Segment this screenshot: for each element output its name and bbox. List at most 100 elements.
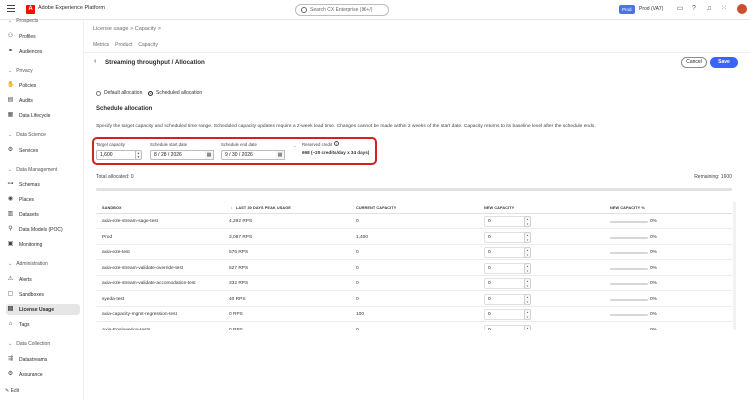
peak-usage: 0 RPS xyxy=(229,327,243,331)
search-input[interactable]: Search CX Enterprise (⌘+/) xyxy=(295,4,389,16)
peak-usage: 0 RPS xyxy=(229,312,243,317)
table-row: axia-e2e-test 576 RPS 0 0 ▴ ▾ 0% xyxy=(96,245,732,260)
tab-capacity[interactable]: Capacity xyxy=(138,42,157,48)
sort-arrow-icon[interactable]: ↓ xyxy=(231,206,233,210)
chevron-down-icon: ⌄ xyxy=(8,18,13,24)
new-capacity-stepper[interactable]: ▴▾ xyxy=(524,247,531,258)
end-date-input[interactable]: 9 / 30 / 2026 xyxy=(221,150,277,160)
datastreams-icon: ⇶ xyxy=(7,356,14,362)
info-icon[interactable]: i xyxy=(334,141,339,146)
new-capacity-stepper[interactable]: ▴▾ xyxy=(524,278,531,289)
sidebar-item-services[interactable]: ⚙ Services xyxy=(6,145,80,156)
sidebar-item-datasets[interactable]: ▥ Datasets xyxy=(6,209,80,220)
sidebar-item-label: Data Lifecycle xyxy=(19,112,51,119)
current-capacity: 1,400 xyxy=(356,234,369,240)
lifecycle-icon: ▦ xyxy=(7,112,14,118)
help-icon[interactable]: ? xyxy=(690,5,698,13)
sidebar-section-prospects[interactable]: ⌄ Prospects xyxy=(8,18,38,24)
sidebar-section-data-management[interactable]: ⌄ Data Management xyxy=(8,167,57,173)
radio-default-allocation[interactable]: Default allocation xyxy=(96,90,142,96)
back-chevron-icon[interactable]: ‹ xyxy=(94,58,96,65)
new-capacity-percent: 0% xyxy=(650,327,657,331)
edit-sidebar-button[interactable]: ✎ Edit xyxy=(5,388,19,394)
sandbox-name: axia-e2e-stream-sage-test xyxy=(102,219,158,224)
sandbox-name: syeda-test xyxy=(102,296,125,302)
sidebar-item-label: License Usage xyxy=(19,306,55,313)
sidebar-item-label: Alerts xyxy=(19,276,32,283)
sidebar-item-audiences[interactable]: ⚭ Audiences xyxy=(6,46,80,57)
sidebar-section-administration[interactable]: ⌄ Administration xyxy=(8,261,48,267)
sidebar-item-sandboxes[interactable]: ▢ Sandboxes xyxy=(6,289,80,300)
table-row: axia-e2e-stream-validate-override-test 52… xyxy=(96,261,732,276)
new-capacity-meter xyxy=(610,298,648,301)
sidebar-item-license-usage[interactable]: ▤ License Usage xyxy=(6,304,80,315)
start-date-input[interactable]: 8 / 28 / 2026 xyxy=(150,150,206,160)
sidebar-item-label: Audiences xyxy=(19,48,43,55)
new-capacity-meter xyxy=(610,329,648,330)
sidebar-item-label: Schemas xyxy=(19,181,40,188)
sidebar-item-assurance[interactable]: ⚙ Assurance xyxy=(6,369,80,380)
tab-metrics[interactable]: Metrics xyxy=(93,42,109,48)
sidebar-section-privacy[interactable]: ⌄ Privacy xyxy=(8,68,33,74)
breadcrumb-separator: > xyxy=(130,26,134,32)
sidebar-item-profiles[interactable]: ⚇ Profiles xyxy=(6,31,80,42)
sidebar-item-policies[interactable]: ✋ Policies xyxy=(6,80,80,91)
page-title: Streaming throughput / Allocation xyxy=(105,59,205,66)
sidebar-item-audits[interactable]: ▤ Audits xyxy=(6,95,80,106)
calendar-icon[interactable]: ▦ xyxy=(205,150,214,160)
env-name[interactable]: Prod (VA7) xyxy=(639,6,663,12)
new-capacity-meter xyxy=(610,283,648,285)
cancel-button[interactable]: Cancel xyxy=(681,57,707,68)
sandbox-name: Prod xyxy=(102,234,113,240)
tab-bar: Metrics Product Capacity xyxy=(93,42,158,48)
sidebar-item-monitoring[interactable]: ▣ Monitoring xyxy=(6,239,80,250)
sidebar: ⌄ Prospects ⚇ Profiles ⚭ Audiences ⌄ Privacy… xyxy=(0,18,84,400)
header-peak-usage[interactable]: LAST 30 DAYS PEAK USAGE xyxy=(236,206,291,210)
sidebar-item-datastreams[interactable]: ⇶ Datastreams xyxy=(6,354,80,365)
header-new-capacity[interactable]: NEW CAPACITY xyxy=(484,206,514,210)
breadcrumb-capacity[interactable]: Capacity xyxy=(135,26,156,32)
save-button[interactable]: Save xyxy=(710,57,738,68)
new-capacity-stepper[interactable]: ▴▾ xyxy=(524,293,531,305)
table-scrollbar[interactable] xyxy=(733,202,736,330)
breadcrumb-license-usage[interactable]: License usage xyxy=(93,26,128,32)
tab-product[interactable]: Product xyxy=(115,42,132,48)
sandbox-name: Axia-Engineering-tests xyxy=(102,327,151,331)
sidebar-item-label: Sandboxes xyxy=(19,291,45,298)
sidebar-item-label: Data Models (POC) xyxy=(19,226,63,233)
sandboxes-icon: ▢ xyxy=(7,291,14,297)
new-capacity-stepper[interactable]: ▴▾ xyxy=(524,262,531,274)
section-label: Data Management xyxy=(16,167,58,173)
header-new-capacity-pct[interactable]: NEW CAPACITY % xyxy=(610,206,645,210)
menu-icon[interactable] xyxy=(7,5,15,13)
new-capacity-percent: 0% xyxy=(650,312,657,317)
header-current-capacity[interactable]: CURRENT CAPACITY xyxy=(356,206,396,210)
sidebar-item-tags[interactable]: ⌂ Tags xyxy=(6,319,80,330)
sidebar-section-data-collection[interactable]: ⌄ Data Collection xyxy=(8,341,50,347)
new-capacity-stepper[interactable]: ▴▾ xyxy=(524,216,531,227)
new-capacity-stepper[interactable]: ▴▾ xyxy=(524,309,531,320)
new-capacity-stepper[interactable]: ▴▾ xyxy=(524,324,531,330)
sidebar-item-data-lifecycle[interactable]: ▦ Data Lifecycle xyxy=(6,110,80,121)
target-capacity-stepper[interactable]: ▲ ▼ xyxy=(135,150,142,160)
sidebar-item-alerts[interactable]: ⚠ Alerts xyxy=(6,274,80,285)
sidebar-item-label: Assurance xyxy=(19,371,43,378)
sidebar-section-data-science[interactable]: ⌄ Data Science xyxy=(8,132,46,138)
sidebar-item-data-models[interactable]: ⚲ Data Models (POC) xyxy=(6,224,80,235)
allocation-progress-bar xyxy=(96,188,732,191)
calendar-icon[interactable]: ▦ xyxy=(276,150,285,160)
notifications-icon[interactable]: ♫ xyxy=(705,5,713,13)
sidebar-item-places[interactable]: ◉ Places xyxy=(6,194,80,205)
apps-grid-icon[interactable]: ⁙ xyxy=(720,5,728,13)
end-date-label: Schedule end date xyxy=(221,142,257,147)
new-capacity-stepper[interactable]: ▴▾ xyxy=(524,231,531,243)
target-capacity-input[interactable]: 1,600 xyxy=(96,150,137,160)
feedback-icon[interactable]: ▭ xyxy=(676,5,684,13)
env-badge[interactable]: Prod xyxy=(619,5,635,14)
radio-scheduled-allocation[interactable]: Scheduled allocation xyxy=(148,90,202,96)
header-sandbox[interactable]: SANDBOX xyxy=(102,206,122,210)
sidebar-item-schemas[interactable]: ⊶ Schemas xyxy=(6,179,80,190)
new-capacity-percent: 0% xyxy=(650,250,657,255)
radio-circle-selected xyxy=(148,90,153,96)
avatar[interactable] xyxy=(737,4,747,14)
